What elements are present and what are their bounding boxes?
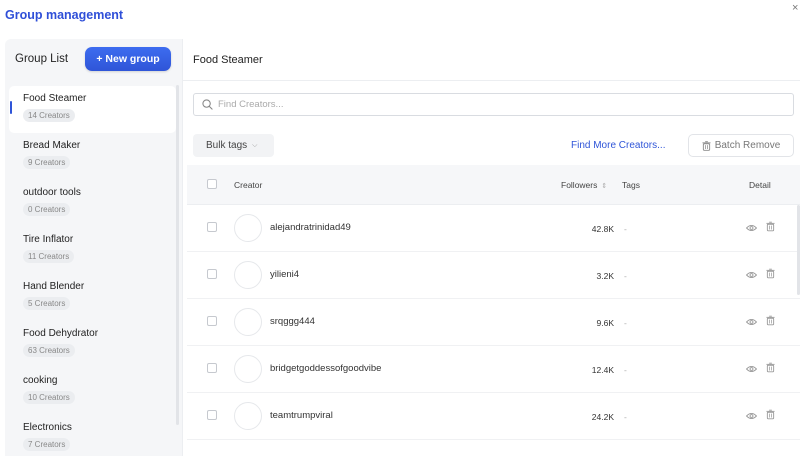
group-creator-count: 5 Creators	[23, 297, 71, 310]
batch-remove-label: Batch Remove	[714, 140, 781, 151]
eye-icon[interactable]	[746, 224, 757, 232]
table-header: Creator Followers ⇕ Tags Detail	[187, 165, 800, 205]
creator-name[interactable]: srqggg444	[270, 316, 315, 327]
column-tags: Tags	[622, 180, 640, 190]
eye-icon[interactable]	[746, 271, 757, 279]
creator-name[interactable]: teamtrumpviral	[270, 410, 333, 421]
search-icon	[202, 99, 213, 110]
creators-table: Creator Followers ⇕ Tags Detail alejandra…	[187, 165, 800, 440]
eye-icon[interactable]	[746, 412, 757, 420]
table-row: srqggg444 9.6K -	[187, 299, 800, 346]
sidebar-group-item[interactable]: Electronics 7 Creators	[9, 415, 176, 456]
group-name: Food Steamer	[23, 93, 87, 104]
tags-value: -	[624, 412, 627, 422]
group-list-title: Group List	[15, 53, 69, 65]
group-name: Tire Inflator	[23, 234, 74, 245]
batch-remove-button[interactable]: Batch Remove	[688, 134, 794, 157]
group-creator-count: 10 Creators	[23, 391, 75, 404]
eye-icon[interactable]	[746, 318, 757, 326]
table-row: teamtrumpviral 24.2K -	[187, 393, 800, 440]
tags-value: -	[624, 365, 627, 375]
row-checkbox[interactable]	[207, 316, 217, 326]
trash-icon	[702, 140, 711, 151]
tags-value: -	[624, 318, 627, 328]
trash-icon[interactable]	[766, 221, 775, 232]
tags-value: -	[624, 271, 627, 281]
follower-count: 12.4K	[591, 365, 614, 375]
group-title: Food Steamer	[193, 54, 263, 66]
group-name: Hand Blender	[23, 281, 85, 292]
follower-count: 24.2K	[591, 412, 614, 422]
table-row: yilieni4 3.2K -	[187, 252, 800, 299]
window-title: Group management	[5, 8, 124, 22]
sidebar-group-item[interactable]: cooking 10 Creators	[9, 368, 176, 415]
group-name: Bread Maker	[23, 140, 81, 151]
row-checkbox[interactable]	[207, 410, 217, 420]
tags-value: -	[624, 224, 627, 234]
sidebar-group-item[interactable]: Food Dehydrator 63 Creators	[9, 321, 176, 368]
follower-count: 9.6K	[596, 318, 615, 328]
creator-name[interactable]: yilieni4	[270, 269, 299, 280]
sort-icon[interactable]: ⇕	[601, 183, 607, 190]
trash-icon[interactable]	[766, 409, 775, 420]
trash-icon[interactable]	[766, 315, 775, 326]
eye-icon[interactable]	[746, 365, 757, 373]
group-creator-count: 7 Creators	[23, 438, 71, 451]
avatar	[234, 261, 262, 289]
table-body: alejandratrinidad49 42.8K - yilieni4 3.2…	[187, 205, 800, 440]
group-creator-count: 14 Creators	[23, 109, 75, 122]
trash-icon[interactable]	[766, 362, 775, 373]
search-input[interactable]	[218, 99, 778, 110]
sidebar-scrollbar[interactable]	[176, 85, 179, 425]
group-creator-count: 11 Creators	[23, 250, 75, 263]
table-row: bridgetgoddessofgoodvibe 12.4K -	[187, 346, 800, 393]
group-name: Food Dehydrator	[23, 328, 99, 339]
sidebar-group-item[interactable]: outdoor tools 0 Creators	[9, 180, 176, 227]
close-icon[interactable]: ×	[792, 2, 798, 14]
group-name: Electronics	[23, 422, 72, 433]
column-followers[interactable]: Followers ⇕	[561, 180, 607, 190]
chevron-down-icon: ⌵	[252, 141, 258, 149]
sidebar: Group List + New group Food Steamer 14 C…	[5, 39, 182, 456]
column-followers-label: Followers	[561, 180, 598, 190]
bulk-tags-button[interactable]: Bulk tags ⌵	[193, 134, 274, 157]
follower-count: 3.2K	[596, 271, 615, 281]
column-creator: Creator	[234, 180, 263, 190]
group-name: outdoor tools	[23, 187, 81, 198]
trash-icon[interactable]	[766, 268, 775, 279]
column-detail: Detail	[749, 180, 771, 190]
bulk-tags-label: Bulk tags	[206, 140, 248, 151]
header-divider	[183, 80, 800, 81]
active-group-marker	[10, 101, 12, 114]
creator-name[interactable]: bridgetgoddessofgoodvibe	[270, 363, 381, 374]
sidebar-group-item[interactable]: Tire Inflator 11 Creators	[9, 227, 176, 274]
group-creator-count: 63 Creators	[23, 344, 75, 357]
avatar	[234, 402, 262, 430]
avatar	[234, 308, 262, 336]
avatar	[234, 214, 262, 242]
select-all-checkbox[interactable]	[207, 179, 217, 189]
new-group-button[interactable]: + New group	[85, 47, 171, 71]
sidebar-group-item[interactable]: Bread Maker 9 Creators	[9, 133, 176, 180]
follower-count: 42.8K	[591, 224, 614, 234]
sidebar-group-item[interactable]: Hand Blender 5 Creators	[9, 274, 176, 321]
sidebar-group-item[interactable]: Food Steamer 14 Creators	[9, 86, 176, 133]
group-name: cooking	[23, 375, 58, 386]
creator-name[interactable]: alejandratrinidad49	[270, 222, 351, 233]
search-box[interactable]	[193, 93, 794, 116]
table-row: alejandratrinidad49 42.8K -	[187, 205, 800, 252]
row-checkbox[interactable]	[207, 269, 217, 279]
group-creator-count: 9 Creators	[23, 156, 71, 169]
row-checkbox[interactable]	[207, 222, 217, 232]
row-checkbox[interactable]	[207, 363, 217, 373]
group-creator-count: 0 Creators	[23, 203, 71, 216]
find-more-creators-link[interactable]: Find More Creators...	[571, 140, 665, 151]
group-list: Food Steamer 14 Creators Bread Maker 9 C…	[9, 86, 176, 456]
avatar	[234, 355, 262, 383]
panel-divider	[182, 39, 183, 456]
